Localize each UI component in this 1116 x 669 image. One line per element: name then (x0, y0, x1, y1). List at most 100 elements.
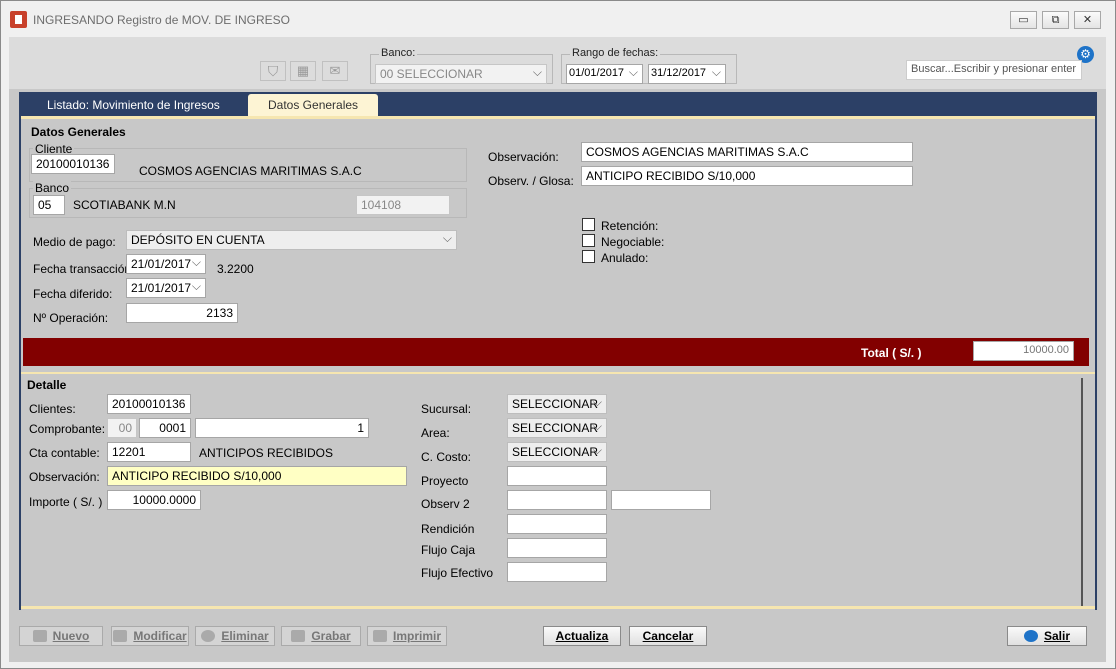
banco-filter-select[interactable]: 00 SELECCIONAR (375, 64, 547, 84)
retencion-label: Retención: (601, 219, 659, 233)
cta-contable-label: Cta contable: (29, 446, 100, 460)
edit-icon (113, 630, 128, 642)
importe-label: Importe ( S/. ) (29, 495, 103, 509)
detalle-scrollbar[interactable] (1081, 378, 1083, 606)
tab-strip: Listado: Movimiento de Ingresos Datos Ge… (19, 92, 1097, 116)
detalle-observacion-field[interactable]: ANTICIPO RECIBIDO S/10,000 (107, 466, 407, 486)
observacion-label: Observación: (488, 150, 559, 164)
flujo-caja-label: Flujo Caja (421, 543, 476, 557)
flujo-caja-field[interactable] (507, 538, 607, 558)
filter-toolbar: ⛉ ▦ ✉ Banco: 00 SELECCIONAR Rango de fec… (9, 37, 1106, 89)
title-bar: INGRESANDO Registro de MOV. DE INGRESO ▭… (1, 1, 1115, 37)
app-icon (10, 11, 27, 28)
nuevo-button[interactable]: Nuevo (19, 626, 103, 646)
area-label: Area: (421, 426, 450, 440)
clientes-field[interactable]: 20100010136 (107, 394, 191, 414)
eliminar-button[interactable]: Eliminar (195, 626, 275, 646)
detalle-title: Detalle (27, 378, 67, 392)
anulado-label: Anulado: (601, 251, 649, 265)
comprobante-tipo-field: 00 (107, 418, 137, 438)
cta-contable-nombre: ANTICIPOS RECIBIDOS (199, 446, 334, 460)
clientes-label: Clientes: (29, 402, 76, 416)
observ2-extra-field[interactable] (611, 490, 711, 510)
medio-pago-label: Medio de pago: (33, 235, 116, 249)
close-button[interactable]: ✕ (1074, 11, 1101, 29)
imprimir-button[interactable]: Imprimir (367, 626, 447, 646)
modificar-button[interactable]: Modificar (111, 626, 189, 646)
search-input[interactable]: Buscar...Escribir y presionar enter (906, 60, 1082, 80)
mail-icon[interactable]: ✉ (322, 61, 348, 81)
anulado-checkbox[interactable] (582, 250, 595, 263)
comprobante-serie-field[interactable]: 0001 (139, 418, 191, 438)
total-field: 10000.00 (973, 341, 1074, 361)
new-icon (32, 630, 47, 642)
rendicion-field[interactable] (507, 514, 607, 534)
print-icon (372, 630, 387, 642)
banco-legend: Banco (33, 181, 72, 195)
datos-generales-title: Datos Generales (31, 125, 126, 139)
banco-nombre: SCOTIABANK M.N (73, 198, 176, 212)
save-check-icon (291, 630, 306, 642)
grabar-button[interactable]: Grabar (281, 626, 361, 646)
exit-icon (1023, 630, 1038, 642)
fecha-transaccion-picker[interactable]: 21/01/2017 (126, 254, 206, 274)
sucursal-select[interactable]: SELECCIONAR (507, 394, 607, 414)
observ2-label: Observ 2 (421, 497, 470, 511)
actualiza-button[interactable]: Actualiza (543, 626, 621, 646)
flujo-efectivo-label: Flujo Efectivo (421, 566, 494, 580)
fecha-diferido-picker[interactable]: 21/01/2017 (126, 278, 206, 298)
observ2-field[interactable] (507, 490, 607, 510)
tab-accent-line (21, 116, 1095, 119)
section-divider (21, 372, 1095, 374)
costo-label: C. Costo: (421, 450, 472, 464)
salir-button[interactable]: Salir (1007, 626, 1087, 646)
tipo-cambio-value: 3.2200 (217, 262, 254, 276)
importe-field[interactable]: 10000.0000 (107, 490, 201, 510)
fecha-transaccion-label: Fecha transacción: (33, 262, 135, 276)
cancelar-button[interactable]: Cancelar (629, 626, 707, 646)
banco-cuenta-field: 104108 (356, 195, 450, 215)
medio-pago-select[interactable]: DEPÓSITO EN CUENTA (126, 230, 457, 250)
rango-fechas-label: Rango de fechas: (570, 47, 661, 59)
fecha-diferido-label: Fecha diferido: (33, 287, 113, 301)
cta-contable-field[interactable]: 12201 (107, 442, 191, 462)
client-area: ⛉ ▦ ✉ Banco: 00 SELECCIONAR Rango de fec… (9, 37, 1106, 662)
datos-generales-panel: Datos Generales Cliente 20100010136 COSM… (19, 116, 1097, 610)
costo-select[interactable]: SELECCIONAR (507, 442, 607, 462)
sucursal-label: Sucursal: (421, 402, 472, 416)
detalle-observacion-label: Observación: (29, 470, 100, 484)
delete-icon (201, 630, 216, 642)
cliente-codigo-field[interactable]: 20100010136 (31, 154, 115, 174)
flujo-efectivo-field[interactable] (507, 562, 607, 582)
operacion-field[interactable]: 2133 (126, 303, 238, 323)
panel-bottom-line (21, 606, 1095, 609)
area-select[interactable]: SELECCIONAR (507, 418, 607, 438)
total-bar: Total ( S/. ) 10000.00 (23, 338, 1089, 366)
rendicion-label: Rendición (421, 522, 475, 536)
fecha-hasta-picker[interactable]: 31/12/2017 (648, 64, 726, 84)
total-label: Total ( S/. ) (861, 346, 922, 360)
proyecto-field[interactable] (507, 466, 607, 486)
negociable-checkbox[interactable] (582, 234, 595, 247)
negociable-label: Negociable: (601, 235, 665, 249)
operacion-label: Nº Operación: (33, 311, 109, 325)
banco-filter-label: Banco: (379, 47, 418, 59)
comprobante-numero-field[interactable]: 1 (195, 418, 369, 438)
glosa-label: Observ. / Glosa: (488, 174, 574, 188)
grid-icon[interactable]: ▦ (290, 61, 316, 81)
tab-datos-generales[interactable]: Datos Generales (248, 94, 379, 116)
window-title: INGRESANDO Registro de MOV. DE INGRESO (33, 13, 290, 27)
retencion-checkbox[interactable] (582, 218, 595, 231)
restore-button[interactable]: ⧉ (1042, 11, 1069, 29)
tab-listado[interactable]: Listado: Movimiento de Ingresos (27, 94, 240, 116)
fecha-desde-picker[interactable]: 01/01/2017 (566, 64, 643, 84)
cliente-nombre: COSMOS AGENCIAS MARITIMAS S.A.C (139, 164, 362, 178)
minimize-button[interactable]: ▭ (1010, 11, 1037, 29)
glosa-field[interactable]: ANTICIPO RECIBIDO S/10,000 (581, 166, 913, 186)
proyecto-label: Proyecto (421, 474, 469, 488)
observacion-field[interactable]: COSMOS AGENCIAS MARITIMAS S.A.C (581, 142, 913, 162)
comprobante-label: Comprobante: (29, 422, 106, 436)
app-window: INGRESANDO Registro de MOV. DE INGRESO ▭… (0, 0, 1116, 669)
banco-codigo-field[interactable]: 05 (33, 195, 65, 215)
filter-icon[interactable]: ⛉ (260, 61, 286, 81)
